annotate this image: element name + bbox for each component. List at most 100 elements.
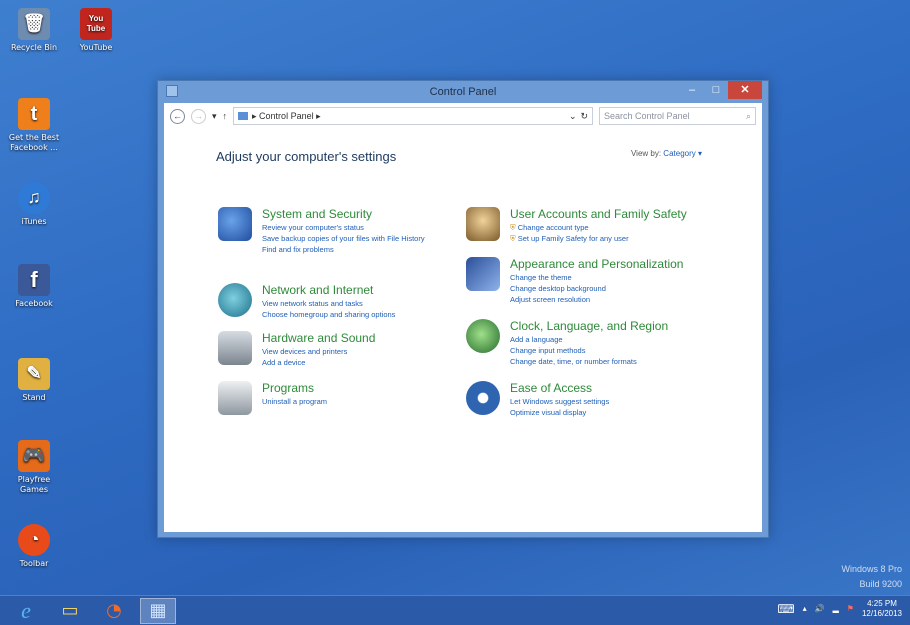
users-icon bbox=[466, 207, 500, 241]
desktop-icon-facebook[interactable]: f Facebook bbox=[4, 264, 64, 309]
address-box[interactable]: ▸ Control Panel ▸ ⌄ ↻ bbox=[233, 107, 594, 125]
heading-row: Adjust your computer's settings View by:… bbox=[216, 149, 702, 164]
desktop-icon-label: Facebook bbox=[15, 299, 53, 308]
recycle-bin-icon: 🗑 bbox=[18, 8, 50, 40]
window-titlebar[interactable]: Control Panel – □ ✕ bbox=[164, 81, 762, 103]
page-title: Adjust your computer's settings bbox=[216, 149, 397, 164]
desktop-icon-label: YouTube bbox=[79, 43, 113, 52]
category-ease-of-access: Ease of Access Let Windows suggest setti… bbox=[466, 381, 726, 419]
category-title-system-security[interactable]: System and Security bbox=[262, 207, 425, 221]
desktop-icon-playfree-games[interactable]: 🎮 Playfree Games bbox=[4, 440, 64, 494]
internet-explorer-icon[interactable]: e bbox=[8, 598, 44, 624]
search-input[interactable]: Search Control Panel ⌕ bbox=[599, 107, 756, 125]
category-title-ease-of-access[interactable]: Ease of Access bbox=[510, 381, 609, 395]
itunes-icon: ♫ bbox=[18, 182, 50, 214]
category-clock-language-region: Clock, Language, and Region Add a langua… bbox=[466, 319, 726, 368]
category-title-appearance[interactable]: Appearance and Personalization bbox=[510, 257, 683, 271]
printer-icon bbox=[218, 331, 252, 365]
category-programs: Programs Uninstall a program bbox=[218, 381, 438, 415]
keyboard-icon[interactable]: ⌨ bbox=[777, 602, 794, 616]
link-change-theme[interactable]: Change the theme bbox=[510, 273, 683, 284]
category-user-accounts: User Accounts and Family Safety Change a… bbox=[466, 207, 726, 245]
link-find-fix-problems[interactable]: Find and fix problems bbox=[262, 245, 425, 256]
window-title: Control Panel bbox=[429, 86, 497, 98]
search-placeholder: Search Control Panel bbox=[604, 111, 690, 121]
system-tray: ⌨ ▴ 🔊 ▂ ⚑ 4:25 PM 12/16/2013 bbox=[777, 599, 902, 618]
up-arrow-icon[interactable]: ↑ bbox=[223, 111, 228, 121]
show-hidden-icons-icon[interactable]: ▴ bbox=[803, 604, 807, 613]
appearance-icon bbox=[466, 257, 500, 291]
address-dropdown-icon[interactable]: ⌄ bbox=[569, 111, 577, 122]
view-by-dropdown[interactable]: Category ▾ bbox=[663, 149, 702, 158]
back-button[interactable]: ← bbox=[170, 108, 185, 124]
breadcrumb[interactable]: ▸ Control Panel ▸ bbox=[252, 111, 321, 122]
taskbar: e ▭ ◔ ▦ ⌨ ▴ 🔊 ▂ ⚑ 4:25 PM 12/16/2013 bbox=[0, 595, 910, 625]
swirl-app-taskbar-icon[interactable]: ◔ bbox=[96, 598, 132, 624]
category-title-programs[interactable]: Programs bbox=[262, 381, 327, 395]
category-network-internet: Network and Internet View network status… bbox=[218, 283, 438, 321]
desktop-icon-label: Recycle Bin bbox=[10, 43, 58, 52]
category-title-user-accounts[interactable]: User Accounts and Family Safety bbox=[510, 207, 687, 221]
desktop-icon-label: Stand bbox=[22, 393, 46, 402]
minimize-button[interactable]: – bbox=[680, 81, 704, 99]
watermark-build: Build 9200 bbox=[859, 578, 902, 589]
link-change-account-type[interactable]: Change account type bbox=[510, 223, 687, 234]
link-add-device[interactable]: Add a device bbox=[262, 358, 375, 369]
forward-button[interactable]: → bbox=[191, 108, 206, 124]
action-center-flag-icon[interactable]: ⚑ bbox=[847, 604, 854, 613]
link-network-status[interactable]: View network status and tasks bbox=[262, 299, 395, 310]
desktop-icon-stand[interactable]: ✎ Stand bbox=[4, 358, 64, 403]
control-panel-content: ← → ▾ ↑ ▸ Control Panel ▸ ⌄ ↻ Search Con… bbox=[164, 103, 762, 532]
link-uninstall-program[interactable]: Uninstall a program bbox=[262, 397, 327, 408]
desktop-icon-toolbar[interactable]: ◔ Toolbar bbox=[4, 524, 64, 569]
link-add-language[interactable]: Add a language bbox=[510, 335, 668, 346]
close-button[interactable]: ✕ bbox=[728, 81, 762, 99]
link-homegroup[interactable]: Choose homegroup and sharing options bbox=[262, 310, 395, 321]
network-icon[interactable]: ▂ bbox=[833, 604, 839, 613]
category-title-clock-language-region[interactable]: Clock, Language, and Region bbox=[510, 319, 668, 333]
category-hardware-sound: Hardware and Sound View devices and prin… bbox=[218, 331, 438, 369]
desktop-icon-label: Playfree Games bbox=[17, 475, 51, 494]
facebook-icon: f bbox=[18, 264, 50, 296]
desktop-icon-recycle-bin[interactable]: 🗑 Recycle Bin bbox=[4, 8, 64, 53]
recent-locations-icon[interactable]: ▾ bbox=[212, 111, 217, 122]
gamepad-icon: 🎮 bbox=[18, 440, 50, 472]
control-panel-taskbar-icon[interactable]: ▦ bbox=[140, 597, 176, 624]
maximize-button[interactable]: □ bbox=[704, 81, 728, 99]
clock-time: 4:25 PM bbox=[867, 599, 897, 608]
desktop-icon-itunes[interactable]: ♫ iTunes bbox=[4, 182, 64, 227]
globe-network-icon bbox=[218, 283, 252, 317]
watermark-edition: Windows 8 Pro bbox=[841, 564, 902, 575]
clock-globe-icon bbox=[466, 319, 500, 353]
volume-icon[interactable]: 🔊 bbox=[815, 604, 825, 613]
category-title-hardware-sound[interactable]: Hardware and Sound bbox=[262, 331, 375, 345]
programs-icon bbox=[218, 381, 252, 415]
desktop-icon-get-best-facebook[interactable]: t Get the Best Facebook ... bbox=[4, 98, 64, 152]
link-review-status[interactable]: Review your computer's status bbox=[262, 223, 425, 234]
category-title-network-internet[interactable]: Network and Internet bbox=[262, 283, 395, 297]
link-family-safety[interactable]: Set up Family Safety for any user bbox=[510, 234, 687, 245]
control-panel-window[interactable]: Control Panel – □ ✕ ← → ▾ ↑ ▸ Control Pa… bbox=[157, 80, 769, 538]
clock[interactable]: 4:25 PM 12/16/2013 bbox=[862, 599, 902, 618]
desktop-icon-label: Get the Best Facebook ... bbox=[8, 133, 60, 152]
link-desktop-background[interactable]: Change desktop background bbox=[510, 284, 683, 295]
desktop-icon-youtube[interactable]: You Tube YouTube bbox=[66, 8, 126, 53]
category-appearance: Appearance and Personalization Change th… bbox=[466, 257, 726, 306]
link-date-time-formats[interactable]: Change date, time, or number formats bbox=[510, 357, 668, 368]
pencil-check-icon: ✎ bbox=[18, 358, 50, 390]
search-icon[interactable]: ⌕ bbox=[746, 111, 751, 122]
view-by-label: View by: bbox=[630, 149, 662, 158]
category-system-security: System and Security Review your computer… bbox=[218, 207, 438, 256]
address-bar-row: ← → ▾ ↑ ▸ Control Panel ▸ ⌄ ↻ Search Con… bbox=[164, 103, 762, 129]
youtube-icon: You Tube bbox=[80, 8, 112, 40]
refresh-icon[interactable]: ↻ bbox=[580, 111, 588, 122]
file-explorer-icon[interactable]: ▭ bbox=[52, 598, 88, 624]
link-input-methods[interactable]: Change input methods bbox=[510, 346, 668, 357]
link-optimize-display[interactable]: Optimize visual display bbox=[510, 408, 609, 419]
link-file-history[interactable]: Save backup copies of your files with Fi… bbox=[262, 234, 425, 245]
link-screen-resolution[interactable]: Adjust screen resolution bbox=[510, 295, 683, 306]
shield-icon bbox=[218, 207, 252, 241]
link-suggest-settings[interactable]: Let Windows suggest settings bbox=[510, 397, 609, 408]
swirl-app-icon: ◔ bbox=[18, 524, 50, 556]
link-devices-printers[interactable]: View devices and printers bbox=[262, 347, 375, 358]
